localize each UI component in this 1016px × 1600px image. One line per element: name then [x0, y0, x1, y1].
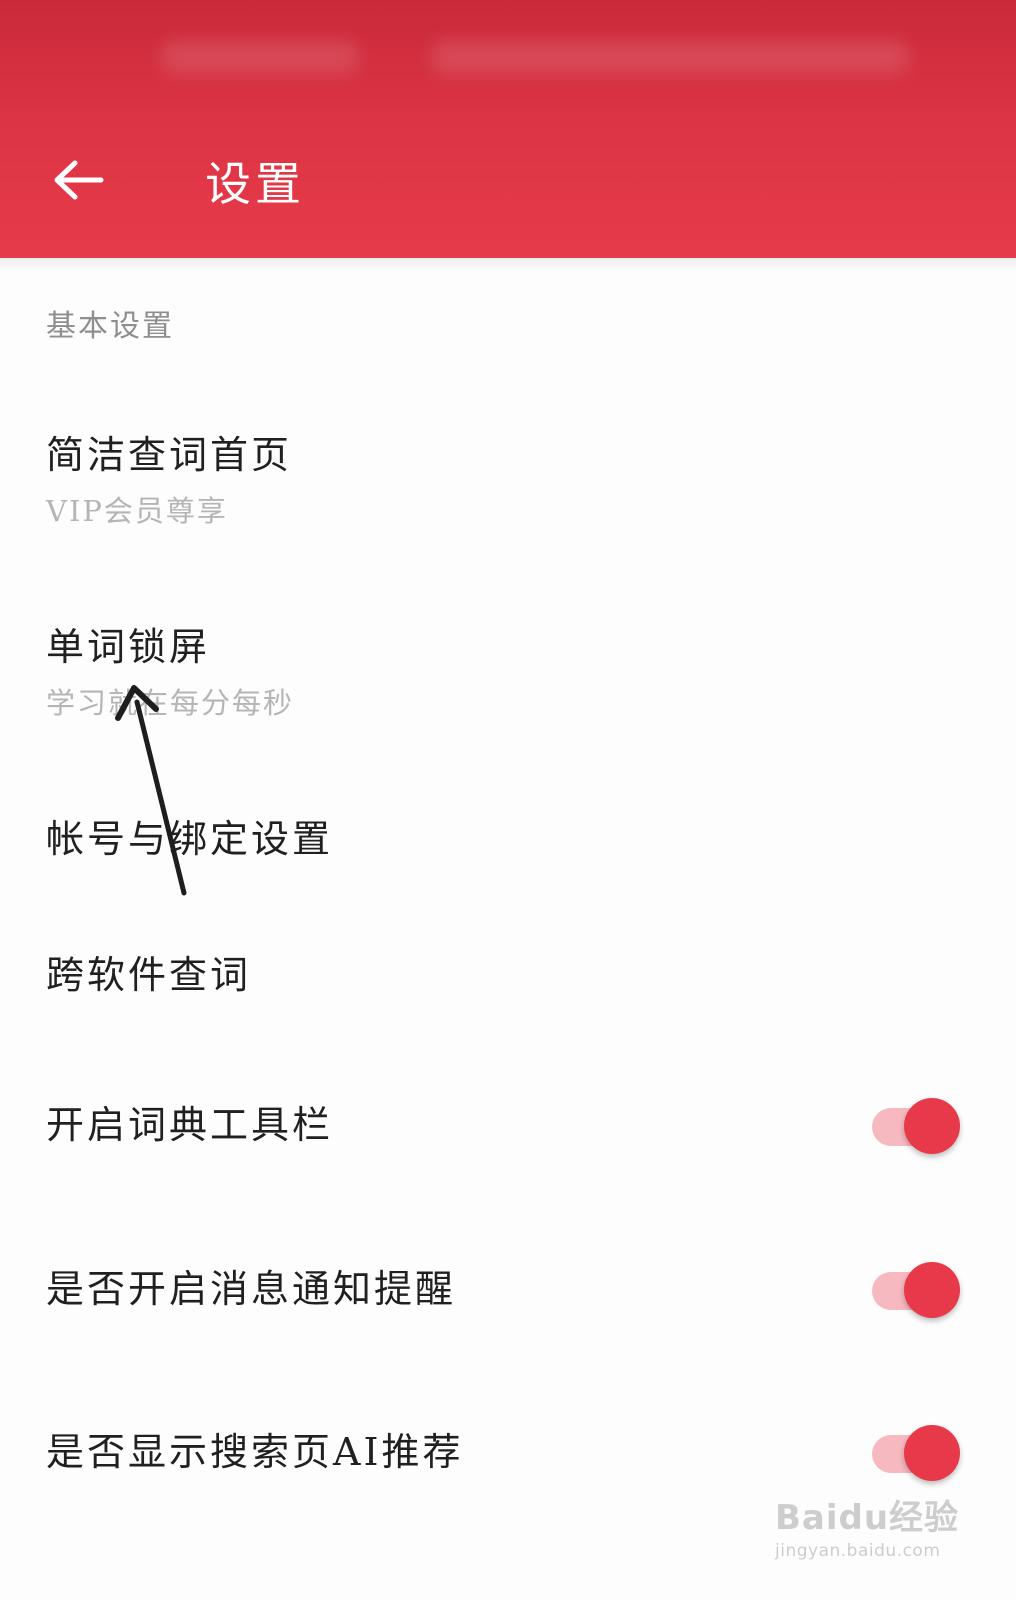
- setting-title: 简洁查词首页: [46, 433, 293, 477]
- ai-recommend-toggle[interactable]: [870, 1417, 960, 1481]
- toggle-thumb: [904, 1262, 960, 1318]
- setting-title: 单词锁屏: [46, 625, 211, 669]
- setting-subtitle: 学习就在每分每秒: [46, 686, 295, 720]
- arrow-left-icon: [54, 160, 104, 200]
- app-header: 设置: [0, 0, 1016, 258]
- setting-title: 开启词典工具栏: [46, 1103, 334, 1147]
- setting-dictionary-toolbar[interactable]: 开启词典工具栏: [0, 1070, 1016, 1180]
- notification-toggle[interactable]: [870, 1254, 960, 1318]
- section-title-basic: 基本设置: [46, 309, 174, 344]
- setting-simple-home[interactable]: 简洁查词首页 VIP会员尊享: [0, 400, 1016, 550]
- header-shadow: [0, 258, 1016, 272]
- setting-subtitle: VIP会员尊享: [46, 494, 228, 528]
- back-button[interactable]: [48, 150, 108, 210]
- setting-title: 是否显示搜索页AI推荐: [46, 1430, 464, 1474]
- setting-account-binding[interactable]: 帐号与绑定设置: [0, 780, 1016, 890]
- watermark-url: jingyan.baidu.com: [775, 1541, 941, 1561]
- setting-title: 帐号与绑定设置: [46, 817, 334, 861]
- status-bar-blurred-right: [430, 40, 910, 74]
- setting-cross-app-lookup[interactable]: 跨软件查词: [0, 920, 1016, 1030]
- setting-title: 是否开启消息通知提醒: [46, 1267, 457, 1311]
- toggle-thumb: [904, 1098, 960, 1154]
- toolbar-toggle[interactable]: [870, 1090, 960, 1154]
- watermark-logo: Baidu经验: [775, 1498, 960, 1538]
- setting-title: 跨软件查词: [46, 953, 252, 997]
- baidu-watermark: Baidu经验 jingyan.baidu.com: [775, 1490, 959, 1561]
- page-title: 设置: [205, 157, 305, 211]
- setting-message-notification[interactable]: 是否开启消息通知提醒: [0, 1234, 1016, 1344]
- toggle-thumb: [904, 1425, 960, 1481]
- status-bar-blurred: [160, 40, 360, 74]
- setting-word-lockscreen[interactable]: 单词锁屏 学习就在每分每秒: [0, 592, 1016, 742]
